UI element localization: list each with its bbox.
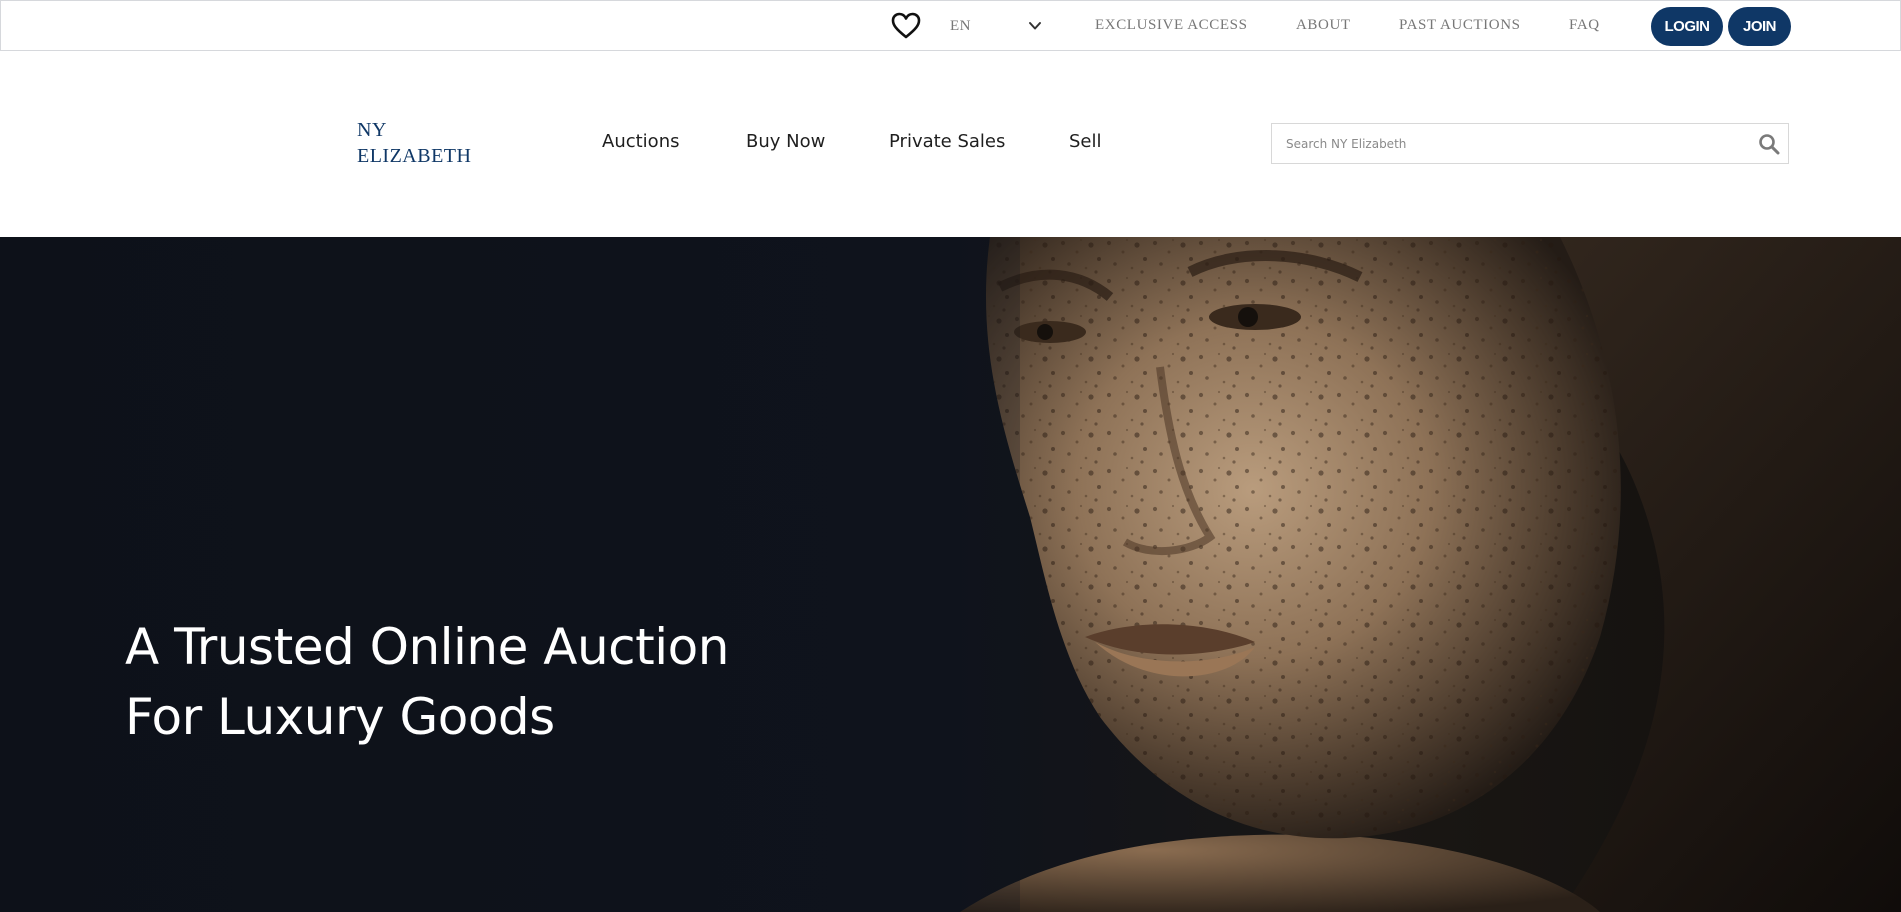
language-selector[interactable]: EN [950, 18, 971, 35]
nav-buy-now[interactable]: Buy Now [746, 131, 825, 152]
about-link[interactable]: ABOUT [1296, 17, 1351, 34]
nav-private-sales[interactable]: Private Sales [889, 131, 1005, 152]
search-box [1271, 123, 1789, 164]
hero-portrait-image [0, 237, 1901, 912]
login-button[interactable]: LOGIN [1651, 7, 1723, 46]
search-icon[interactable] [1758, 133, 1780, 155]
chevron-down-icon[interactable] [1027, 20, 1043, 32]
logo-line-1: NY [357, 119, 387, 141]
hero-banner: A Trusted Online Auction For Luxury Good… [0, 237, 1901, 912]
nav-auctions[interactable]: Auctions [602, 131, 679, 152]
utility-bar: EN EXCLUSIVE ACCESS ABOUT PAST AUCTIONS … [0, 0, 1901, 51]
faq-link[interactable]: FAQ [1569, 17, 1600, 34]
main-header: NY ELIZABETH Auctions Buy Now Private Sa… [0, 51, 1901, 237]
heart-icon[interactable] [891, 12, 921, 40]
past-auctions-link[interactable]: PAST AUCTIONS [1399, 17, 1521, 34]
logo-line-2: ELIZABETH [357, 145, 472, 167]
exclusive-access-link[interactable]: EXCLUSIVE ACCESS [1095, 17, 1248, 34]
hero-title: A Trusted Online Auction For Luxury Good… [125, 612, 825, 752]
join-button[interactable]: JOIN [1728, 7, 1791, 46]
nav-sell[interactable]: Sell [1069, 131, 1102, 152]
hero-title-line-2: For Luxury Goods [125, 688, 555, 746]
logo[interactable]: NY ELIZABETH [357, 117, 507, 169]
search-input[interactable] [1273, 125, 1733, 162]
hero-title-line-1: A Trusted Online Auction [125, 618, 729, 676]
